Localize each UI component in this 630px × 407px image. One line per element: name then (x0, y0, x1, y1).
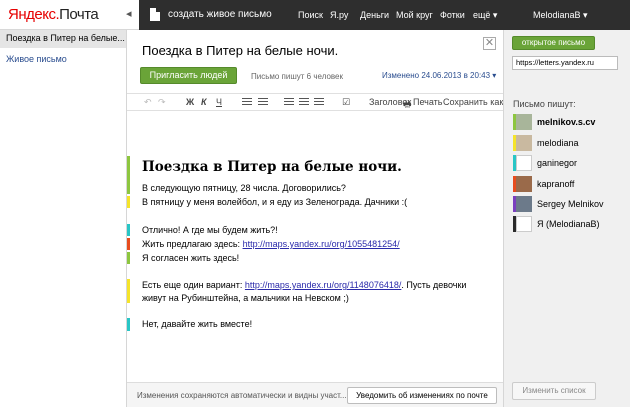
right-panel: открытое письмо https://letters.yandex.r… (503, 30, 630, 407)
document-title: Поездка в Питер на белые ночи. (142, 43, 339, 58)
user-menu[interactable]: MelodianaB ▾ (533, 10, 588, 21)
author-color-bar (127, 196, 130, 208)
avatar (516, 216, 532, 232)
align-left-icon[interactable] (284, 98, 294, 107)
writer-item[interactable]: melnikov.s.cv (513, 114, 628, 131)
maps-link-1[interactable]: http://maps.yandex.ru/org/1055481254/ (243, 239, 400, 249)
back-arrow-icon[interactable]: ◂ (126, 8, 134, 20)
writer-name: melodiana (537, 138, 579, 148)
content-line: Жить предлагаю здесь: http://maps.yandex… (142, 239, 400, 249)
writer-item[interactable]: melodiana (513, 135, 628, 152)
create-live-letter-link[interactable]: создать живое письмо (168, 9, 272, 20)
redo-icon[interactable]: ↷ (158, 97, 166, 108)
invite-people-button[interactable]: Пригласить людей (140, 67, 237, 84)
content-line: живут на Рубинштейна, а мальчики на Невс… (142, 293, 349, 303)
top-bar: Яндекс.Почта ◂ создать живое письмо Поис… (0, 0, 630, 30)
content-line: Отлично! А где мы будем жить?! (142, 225, 278, 235)
content-line: В пятницу у меня волейбол, и я еду из Зе… (142, 197, 408, 207)
avatar (516, 196, 532, 212)
writer-item[interactable]: Sergey Melnikov (513, 196, 628, 213)
print-icon[interactable]: 🖶 (403, 97, 412, 113)
writer-name: Я (MelodianaB) (537, 219, 600, 229)
maps-link-2[interactable]: http://maps.yandex.ru/org/1148076418/ (245, 280, 401, 290)
author-color-bar (127, 156, 130, 194)
author-color-bar (127, 224, 130, 236)
author-color-bar (127, 279, 130, 303)
numbered-list-icon[interactable] (258, 98, 268, 107)
italic-button[interactable]: К (201, 97, 207, 107)
close-button[interactable]: ✕ (483, 37, 496, 50)
letter-content[interactable]: Поездка в Питер на белые ночи. В следующ… (127, 112, 503, 382)
align-center-icon[interactable] (299, 98, 309, 107)
nav-more[interactable]: ещё ▾ (473, 10, 497, 21)
author-color-bar (127, 238, 130, 250)
print-button[interactable]: Печать (413, 97, 442, 107)
writers-title: Письмо пишут: (513, 99, 576, 109)
save-as-dropdown[interactable]: Сохранить как ▾ (443, 97, 510, 108)
avatar (516, 114, 532, 130)
content-line: Я согласен жить здесь! (142, 253, 240, 263)
bullet-list-icon[interactable] (242, 98, 252, 107)
author-color-bar (127, 252, 130, 264)
content-line: В следующую пятницу, 28 числа. Договорил… (142, 183, 346, 193)
align-right-icon[interactable] (314, 98, 324, 107)
open-letter-button[interactable]: открытое письмо (512, 36, 595, 50)
writer-name: ganinegor (537, 158, 578, 168)
nav-search[interactable]: Поиск (298, 10, 323, 20)
avatar (516, 176, 532, 192)
sidebar-item-current-letter[interactable]: Поездка в Питер на белые... (0, 30, 126, 48)
format-toolbar: ↶ ↷ Ж К Ч ☑ Заголовок 🖶 Печать Сохранить… (127, 94, 510, 113)
writer-item[interactable]: Я (MelodianaB) (513, 216, 628, 233)
autosave-note: Изменения сохраняются автоматически и ви… (137, 391, 347, 400)
editor-footer: Изменения сохраняются автоматически и ви… (127, 382, 503, 407)
sidebar-item-live-letter[interactable]: Живое письмо (0, 51, 126, 69)
underline-button[interactable]: Ч (216, 97, 222, 107)
writer-item[interactable]: ganinegor (513, 155, 628, 172)
letter-url-field[interactable]: https://letters.yandex.ru (512, 56, 618, 70)
writer-name: Sergey Melnikov (537, 199, 604, 209)
writer-item[interactable]: kapranoff (513, 176, 628, 193)
editor-area: Поездка в Питер на белые ночи. ✕ Приглас… (127, 30, 510, 407)
notify-changes-button[interactable]: Уведомить об изменениях по почте (347, 387, 497, 404)
logo-area: Яндекс.Почта ◂ (0, 0, 139, 30)
yandex-mail-logo[interactable]: Яндекс.Почта (8, 6, 99, 23)
nav-money[interactable]: Деньги (360, 10, 389, 20)
content-heading: Поездка в Питер на белые ночи. (142, 159, 402, 175)
nav-photos[interactable]: Фотки (440, 10, 465, 20)
sidebar: Поездка в Питер на белые... Живое письмо (0, 30, 127, 407)
writer-name: kapranoff (537, 179, 575, 189)
undo-icon[interactable]: ↶ (144, 97, 152, 108)
content-line: Нет, давайте жить вместе! (142, 319, 253, 329)
avatar (516, 155, 532, 171)
checkbox-icon[interactable]: ☑ (342, 97, 350, 108)
writer-name: melnikov.s.cv (537, 117, 596, 127)
document-icon (150, 8, 160, 21)
nav-my-circle[interactable]: Мой круг (396, 10, 433, 20)
bold-button[interactable]: Ж (186, 97, 194, 107)
avatar (516, 135, 532, 151)
writers-count: Письмо пишут 6 человек (251, 72, 344, 81)
change-list-button[interactable]: Изменить список (512, 382, 596, 400)
content-line: Есть еще один вариант: http://maps.yande… (142, 280, 467, 290)
changed-dropdown[interactable]: Изменено 24.06.2013 в 20:43 ▾ (382, 71, 496, 80)
author-color-bar (127, 318, 130, 331)
nav-yaru[interactable]: Я.ру (330, 10, 348, 20)
